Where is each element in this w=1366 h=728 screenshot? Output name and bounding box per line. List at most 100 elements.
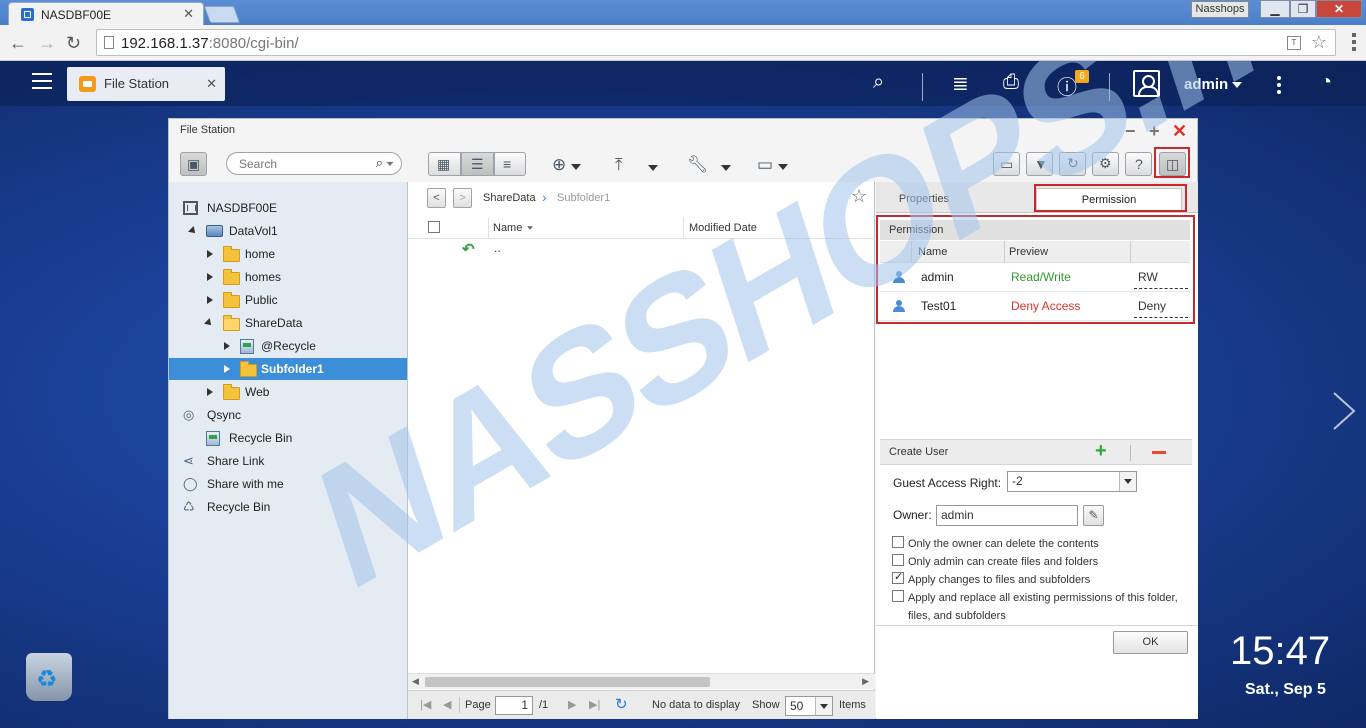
forward-icon[interactable]: → bbox=[38, 33, 56, 54]
forward-button[interactable]: > bbox=[453, 188, 472, 208]
add-user-icon[interactable]: + bbox=[1095, 440, 1107, 463]
checkbox[interactable] bbox=[892, 536, 904, 548]
tools-wrench-icon[interactable]: 🔧︎ bbox=[687, 155, 709, 175]
tools-menu-icon[interactable] bbox=[721, 165, 731, 171]
expand-arrow-icon[interactable] bbox=[207, 273, 213, 281]
detail-view-button[interactable]: ≡ bbox=[494, 152, 526, 176]
prev-page-icon[interactable]: ◀ bbox=[443, 698, 451, 711]
event-notification-icon[interactable]: ⓘ bbox=[1057, 71, 1077, 100]
tree-node-recycle-bin[interactable]: ♺ Recycle Bin bbox=[169, 496, 408, 518]
more-options-icon[interactable] bbox=[1277, 76, 1281, 97]
file-station-task-tab[interactable]: File Station ✕ bbox=[67, 67, 225, 101]
maximize-window-button[interactable]: ❐ bbox=[1290, 0, 1316, 18]
upload-menu-icon[interactable] bbox=[648, 165, 658, 171]
search-icon[interactable]: ⌕ bbox=[376, 155, 383, 171]
refresh-list-icon[interactable]: ↻ bbox=[615, 695, 628, 713]
tree-node-web[interactable]: Web bbox=[169, 381, 408, 403]
close-tab-icon[interactable]: ✕ bbox=[183, 6, 194, 22]
scroll-left-icon[interactable]: ◀ bbox=[412, 676, 419, 687]
expand-arrow-icon[interactable] bbox=[207, 388, 213, 396]
refresh-button[interactable]: ↻ bbox=[1059, 152, 1086, 176]
help-button[interactable]: ? bbox=[1125, 152, 1152, 176]
search-options-icon[interactable] bbox=[386, 161, 394, 167]
upload-icon[interactable]: ⤒ bbox=[615, 155, 623, 175]
tree-node-qsync-recycle-bin[interactable]: Recycle Bin bbox=[169, 427, 408, 449]
owner-field[interactable]: admin bbox=[936, 505, 1078, 526]
main-menu-icon[interactable] bbox=[32, 73, 52, 89]
tree-node-public[interactable]: Public bbox=[169, 289, 408, 311]
tree-node-homes[interactable]: homes bbox=[169, 266, 408, 288]
desktop-recycle-bin-icon[interactable]: ♻ bbox=[26, 653, 72, 701]
select-all-checkbox[interactable] bbox=[428, 221, 440, 233]
tree-node-home[interactable]: home bbox=[169, 243, 408, 265]
search-icon[interactable]: ⌕ bbox=[873, 71, 884, 94]
tree-node-recycle[interactable]: @Recycle bbox=[169, 335, 408, 357]
column-name[interactable]: Name bbox=[493, 222, 535, 234]
tree-node-share-with-me[interactable]: ◯ Share with me bbox=[169, 473, 408, 495]
username-menu[interactable]: admin bbox=[1184, 76, 1243, 93]
expand-arrow-icon[interactable] bbox=[224, 365, 230, 373]
checkbox[interactable] bbox=[892, 554, 904, 566]
media-server-button[interactable]: ▭ bbox=[993, 152, 1020, 176]
checkbox[interactable] bbox=[892, 570, 904, 584]
settings-button[interactable]: ⚙ bbox=[1092, 152, 1119, 176]
expand-arrow-icon[interactable] bbox=[224, 342, 230, 350]
new-tab-button[interactable] bbox=[203, 6, 241, 23]
breadcrumb-sharedata[interactable]: ShareData bbox=[483, 192, 536, 204]
collapse-arrow-icon[interactable] bbox=[188, 226, 198, 236]
dashboard-gauge-icon[interactable]: ◔ bbox=[1320, 71, 1332, 94]
page-number-input[interactable]: 1 bbox=[495, 696, 533, 715]
parent-folder-row[interactable]: ↶ .. bbox=[408, 240, 875, 262]
minimize-icon[interactable]: − bbox=[1125, 121, 1136, 142]
tab-properties[interactable]: Properties bbox=[880, 188, 968, 210]
tree-node-datavol1[interactable]: DataVol1 bbox=[169, 220, 408, 242]
close-window-button[interactable]: ✕ bbox=[1316, 0, 1362, 18]
collapse-arrow-icon[interactable] bbox=[204, 318, 214, 328]
search-input[interactable]: Search ⌕ bbox=[226, 152, 402, 175]
back-button[interactable]: < bbox=[427, 188, 446, 208]
translate-icon[interactable]: T bbox=[1287, 36, 1301, 50]
filter-button[interactable]: ▼ bbox=[1026, 152, 1053, 176]
expand-arrow-icon[interactable] bbox=[207, 296, 213, 304]
favorite-star-icon[interactable]: ☆ bbox=[851, 186, 867, 207]
bookmark-star-icon[interactable]: ☆ bbox=[1311, 32, 1327, 53]
user-avatar-icon[interactable] bbox=[1133, 70, 1160, 97]
reload-icon[interactable]: ↻ bbox=[66, 33, 81, 54]
remove-user-icon[interactable] bbox=[1152, 451, 1166, 454]
close-icon[interactable]: ✕ bbox=[1172, 121, 1187, 142]
background-tasks-icon[interactable]: ≣ bbox=[952, 71, 969, 96]
checkbox[interactable] bbox=[892, 590, 904, 602]
address-bar[interactable]: 192.168.1.37:8080/cgi-bin/ T ☆ bbox=[96, 29, 1336, 56]
items-per-page-select[interactable]: 50 bbox=[785, 696, 833, 716]
close-task-icon[interactable]: ✕ bbox=[206, 76, 217, 92]
scroll-right-icon[interactable]: ▶ bbox=[862, 676, 869, 687]
horizontal-scrollbar[interactable]: ◀ ▶ bbox=[408, 673, 875, 689]
create-icon[interactable]: ⊕ bbox=[552, 155, 581, 175]
thumbnail-view-button[interactable]: ▦ bbox=[428, 152, 461, 176]
remote-mount-icon[interactable]: ▭ bbox=[757, 155, 788, 175]
ok-button[interactable]: OK bbox=[1113, 631, 1188, 654]
column-modified-date[interactable]: Modified Date bbox=[689, 222, 757, 234]
browser-menu-icon[interactable] bbox=[1352, 33, 1356, 51]
tree-node-nas[interactable]: NASDBF00E bbox=[169, 197, 408, 219]
first-page-icon[interactable]: |◀ bbox=[420, 698, 431, 711]
tree-node-sharedata[interactable]: ShareData bbox=[169, 312, 408, 334]
tree-node-qsync[interactable]: ◎ Qsync bbox=[169, 404, 408, 426]
list-view-button[interactable]: ☰ bbox=[461, 152, 494, 176]
tree-node-subfolder1[interactable]: Subfolder1 bbox=[169, 358, 407, 380]
external-device-icon[interactable]: ⎙ bbox=[1003, 71, 1019, 94]
breadcrumb-subfolder1[interactable]: Subfolder1 bbox=[557, 192, 610, 204]
tree-node-share-link[interactable]: ⋖ Share Link bbox=[169, 450, 408, 472]
edit-owner-icon[interactable]: ✎ bbox=[1083, 505, 1104, 526]
next-desktop-arrow-icon[interactable] bbox=[1330, 391, 1358, 431]
guest-access-select[interactable]: -2 bbox=[1007, 471, 1137, 492]
expand-arrow-icon[interactable] bbox=[207, 250, 213, 258]
browser-tab[interactable]: NASDBF00E ✕ bbox=[8, 2, 204, 25]
minimize-window-button[interactable]: ▁ bbox=[1260, 0, 1290, 18]
maximize-icon[interactable]: + bbox=[1149, 121, 1160, 142]
next-page-icon[interactable]: ▶ bbox=[568, 698, 576, 711]
toggle-tree-button[interactable]: ▣ bbox=[180, 152, 207, 176]
scroll-thumb[interactable] bbox=[425, 677, 710, 687]
back-icon[interactable]: ← bbox=[9, 33, 27, 54]
last-page-icon[interactable]: ▶| bbox=[589, 698, 600, 711]
